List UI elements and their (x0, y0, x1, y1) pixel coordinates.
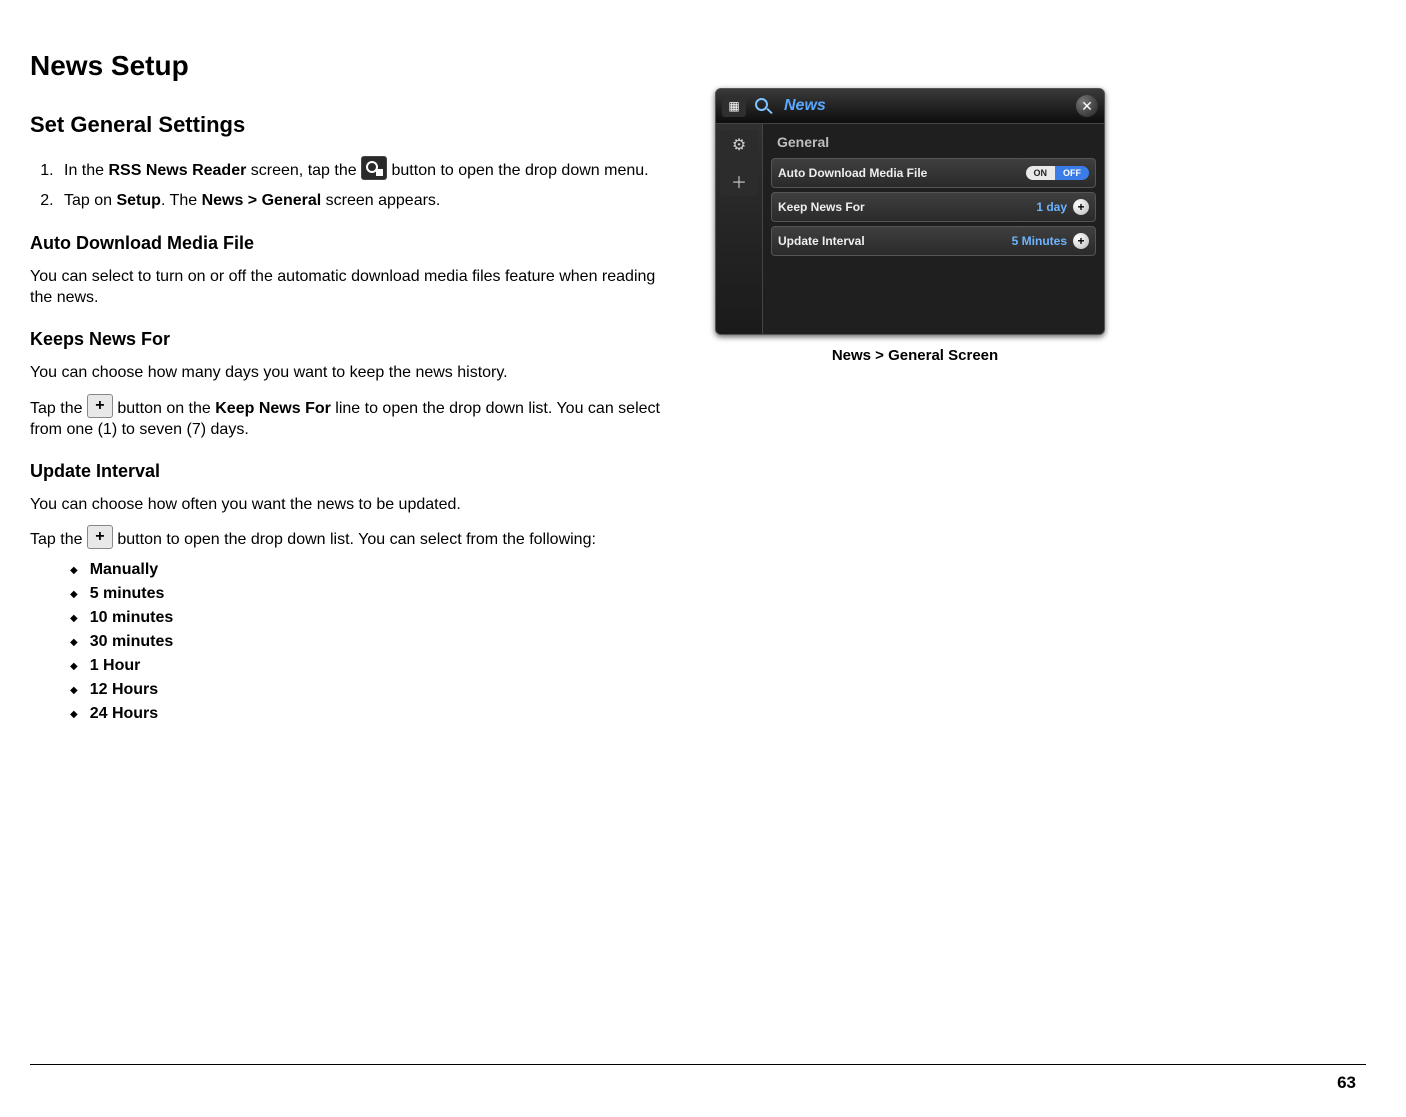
auto-body: You can select to turn on or off the aut… (30, 266, 675, 309)
keep-p1: You can choose how many days you want to… (30, 362, 675, 384)
step-2-post: screen appears. (321, 192, 440, 209)
plus-icon (87, 525, 113, 549)
search-icon (754, 97, 772, 115)
keep-p2-pre: Tap the (30, 400, 87, 417)
news-general-screenshot: ▦ News ✕ ⚙ ＋ General Auto Download Media… (715, 88, 1105, 335)
step-1-bold: RSS News Reader (108, 162, 246, 179)
keep-heading: Keeps News For (30, 329, 675, 350)
opt-1hour: 1 Hour (70, 657, 675, 675)
step-2-bold1: Setup (116, 192, 160, 209)
keep-p2-bold: Keep News For (215, 400, 331, 417)
zoom-out-button: ⚙ (720, 130, 758, 160)
set-general-heading: Set General Settings (30, 112, 675, 138)
app-title: News (780, 97, 1068, 115)
row-keep-label: Keep News For (778, 200, 1036, 214)
opt-manually: Manually (70, 561, 675, 579)
plus-icon: + (1073, 199, 1089, 215)
step-1-pre: In the (64, 162, 108, 179)
step-2-bold2: News > General (202, 192, 322, 209)
toggle-on: ON (1026, 166, 1056, 180)
keep-p2-mid: button on the (113, 400, 215, 417)
step-1-mid: screen, tap the (246, 162, 361, 179)
tab-general: General (771, 130, 1096, 154)
zoom-in-button: ＋ (720, 166, 758, 196)
row-update-interval: Update Interval 5 Minutes + (771, 226, 1096, 256)
figure-caption: News > General Screen (715, 347, 1115, 364)
opt-30min: 30 minutes (70, 633, 675, 651)
step-2-pre: Tap on (64, 192, 116, 209)
toolbar-icon: ▦ (722, 95, 746, 117)
step-2: Tap on Setup. The News > General screen … (58, 190, 675, 212)
update-p2: Tap the button to open the drop down lis… (30, 525, 675, 551)
row-keep-value: 1 day (1036, 200, 1067, 214)
on-off-toggle: ON OFF (1026, 166, 1090, 180)
update-heading: Update Interval (30, 461, 675, 482)
step-1: In the RSS News Reader screen, tap the b… (58, 156, 675, 182)
update-p2-post: button to open the drop down list. You c… (113, 531, 596, 548)
footer-rule (30, 1064, 1366, 1065)
auto-heading: Auto Download Media File (30, 233, 675, 254)
update-p1: You can choose how often you want the ne… (30, 494, 675, 516)
tools-icon (361, 156, 387, 180)
opt-10min: 10 minutes (70, 609, 675, 627)
opt-5min: 5 minutes (70, 585, 675, 603)
step-2-mid: . The (161, 192, 202, 209)
row-auto-download: Auto Download Media File ON OFF (771, 158, 1096, 188)
opt-24hours: 24 Hours (70, 705, 675, 723)
close-icon: ✕ (1076, 95, 1098, 117)
keep-p2: Tap the button on the Keep News For line… (30, 394, 675, 441)
row-update-value: 5 Minutes (1012, 234, 1067, 248)
row-auto-label: Auto Download Media File (778, 166, 1026, 180)
page-number: 63 (30, 1073, 1366, 1093)
plus-icon (87, 394, 113, 418)
step-1-post: button to open the drop down menu. (387, 162, 649, 179)
update-p2-pre: Tap the (30, 531, 87, 548)
toggle-off: OFF (1055, 166, 1089, 180)
row-keep-news: Keep News For 1 day + (771, 192, 1096, 222)
plus-icon: + (1073, 233, 1089, 249)
page-title: News Setup (30, 50, 675, 82)
row-update-label: Update Interval (778, 234, 1012, 248)
opt-12hours: 12 Hours (70, 681, 675, 699)
